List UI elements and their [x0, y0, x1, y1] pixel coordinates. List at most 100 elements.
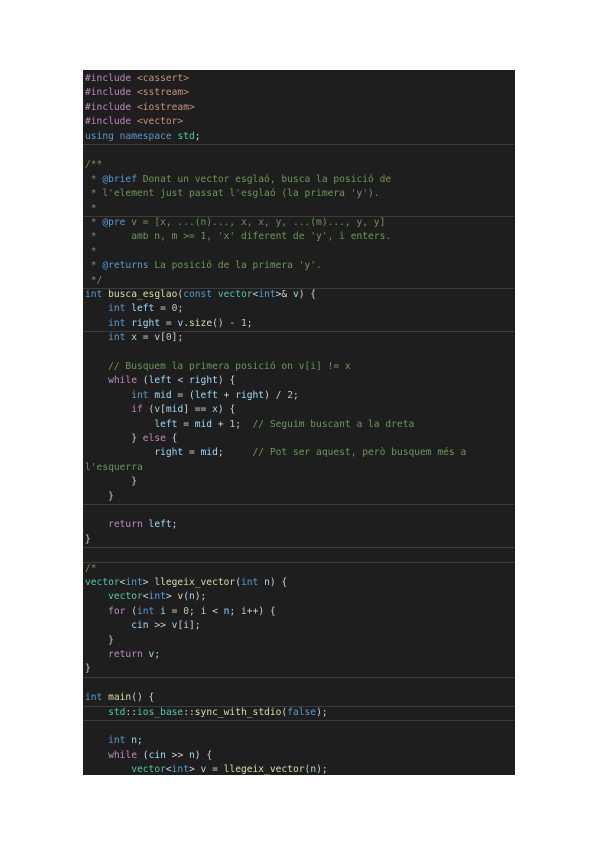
- code-token: namespace: [119, 130, 172, 142]
- code-token: +: [217, 389, 236, 401]
- code-token: (: [125, 605, 137, 617]
- line-separator: [83, 331, 515, 333]
- code-token: }: [85, 663, 91, 675]
- code-token: int: [125, 577, 143, 588]
- line-separator: [83, 216, 515, 217]
- code-line: /*: [83, 562, 515, 576]
- code-token: =: [154, 303, 172, 315]
- code-token: ) {: [194, 749, 213, 761]
- code-token: busca_esglao: [108, 289, 178, 300]
- code-token: () {: [131, 692, 155, 704]
- code-token: <vector>: [137, 116, 184, 128]
- code-line: int x = v[0];: [83, 331, 515, 345]
- code-line: while (left < right) {: [83, 374, 515, 388]
- code-token: }: [85, 533, 91, 545]
- code-token: ;: [292, 389, 299, 401]
- code-line: *: [83, 202, 515, 216]
- code-token: cin: [131, 620, 149, 632]
- code-token: vector: [85, 577, 120, 588]
- code-token: vector: [217, 289, 253, 300]
- code-line: int n;: [83, 734, 515, 748]
- code-token: ::: [183, 706, 195, 718]
- code-token: left: [148, 519, 172, 531]
- code-token: int: [108, 735, 126, 747]
- code-token: ;: [154, 649, 161, 660]
- code-token: ;: [235, 418, 253, 430]
- code-line: * @returns La posició de la primera 'y'.: [83, 259, 515, 273]
- code-token: std: [108, 706, 126, 718]
- code-token: left: [194, 389, 218, 401]
- code-token: for: [108, 605, 126, 617]
- code-token: false: [287, 706, 317, 718]
- code-token: mid: [194, 418, 213, 430]
- code-token: llegeix_vector: [154, 577, 236, 588]
- code-token: (: [137, 749, 149, 761]
- code-token: <cassert>: [137, 73, 189, 84]
- code-token: vector: [108, 591, 143, 603]
- code-line: int left = 0;: [83, 302, 515, 316]
- code-token: return: [108, 649, 143, 660]
- code-token: ) {: [217, 375, 236, 387]
- code-token: >>: [165, 749, 189, 761]
- code-token: left: [148, 375, 172, 387]
- code-token: =: [183, 447, 201, 459]
- code-token: int: [171, 764, 189, 775]
- code-token: @returns: [102, 260, 149, 272]
- code-token: =: [165, 605, 184, 617]
- code-line: *: [83, 245, 515, 259]
- code-token: int: [137, 605, 155, 617]
- code-token: ) {: [217, 404, 236, 416]
- code-token: );: [194, 591, 207, 603]
- code-token: * amb n, m >= 1, 'x' diferent de 'y', i …: [85, 231, 392, 243]
- code-line: while (cin >> n) {: [83, 749, 515, 763]
- code-token: left: [131, 303, 155, 315]
- code-token: mid: [154, 389, 172, 401]
- code-token: // Seguim buscant a la dreta: [252, 418, 415, 430]
- code-line: * amb n, m >= 1, 'x' diferent de 'y', i …: [83, 230, 515, 244]
- code-token: La posició de la primera 'y'.: [148, 260, 322, 272]
- code-token: llegeix_vector: [223, 764, 305, 775]
- line-separator: [83, 288, 515, 289]
- code-line: */: [83, 274, 515, 288]
- code-line: int mid = (left + right) / 2;: [83, 389, 515, 403]
- code-token: ios_base: [137, 706, 184, 718]
- code-token: int: [258, 289, 276, 300]
- code-token: @pre: [102, 217, 126, 228]
- code-token: right: [154, 447, 184, 459]
- code-line: #include <cassert>: [83, 72, 515, 86]
- code-token: cin: [148, 749, 166, 761]
- code-token: ;: [217, 447, 253, 459]
- code-token: ];: [171, 332, 184, 344]
- code-token: mid: [165, 404, 184, 416]
- code-line: left = mid + 1; // Seguim buscant a la d…: [83, 418, 515, 432]
- code-token: ) {: [298, 289, 317, 300]
- code-line: #include <iostream>: [83, 101, 515, 115]
- code-snippet: #include <cassert> #include <sstream> #inc…: [83, 70, 515, 775]
- code-token: right: [189, 375, 218, 387]
- code-token: /**: [85, 159, 103, 171]
- code-token: left: [154, 418, 178, 430]
- code-line: vector<int> llegeix_vector(int n) {: [83, 576, 515, 590]
- code-token: <sstream>: [137, 87, 189, 99]
- code-token: *: [85, 217, 103, 228]
- code-token: l'esquerra: [85, 461, 143, 473]
- line-separator: [83, 504, 515, 505]
- code-line: }: [83, 533, 515, 547]
- code-line: } else {: [83, 432, 515, 446]
- code-token: int: [85, 289, 103, 300]
